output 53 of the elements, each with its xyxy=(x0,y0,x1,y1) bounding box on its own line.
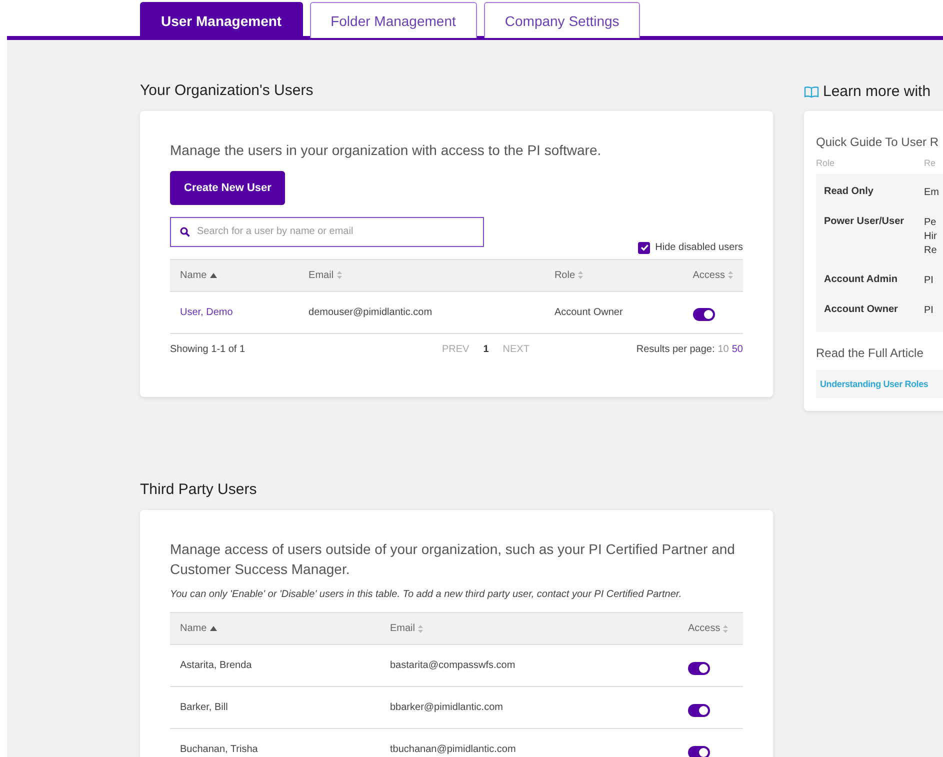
table-cell: Buchanan, Trisha xyxy=(180,744,258,756)
tab[interactable]: Folder Management xyxy=(310,2,477,38)
tab[interactable]: Company Settings xyxy=(484,2,640,38)
table-cell: tbuchanan@pimidlantic.com xyxy=(390,744,516,756)
access-toggle[interactable] xyxy=(692,308,715,322)
description: Manage access of users outside of your organization, such as your PI Certified Partner and Customer Success Manager. xyxy=(170,540,736,579)
access-toggle[interactable] xyxy=(688,704,710,717)
role-name: Account Owner xyxy=(824,304,899,317)
role-name: Account Admin xyxy=(824,274,899,287)
access-toggle[interactable] xyxy=(688,662,710,675)
page-number[interactable]: 1 xyxy=(483,344,489,355)
table-cell: Barker, Bill xyxy=(180,702,228,714)
article-heading: Read the Full Article xyxy=(816,346,924,360)
access-toggle[interactable] xyxy=(688,746,710,757)
table-cell: bastarita@compasswfs.com xyxy=(390,660,516,672)
section-title: Third Party Users xyxy=(140,481,258,500)
column-header[interactable]: Access xyxy=(688,623,720,634)
column-header[interactable]: Email xyxy=(390,623,416,634)
search-field[interactable]: Search for a user by name or email xyxy=(170,216,484,247)
table-cell: demouser@pimidlantic.com xyxy=(308,306,432,318)
results-per-page-label: Results per page: xyxy=(636,344,715,355)
showing-count: Showing 1-1 of 1 xyxy=(170,344,246,355)
role-description: Re xyxy=(924,244,938,258)
column-header[interactable]: Access xyxy=(692,270,725,281)
column-header: Role xyxy=(816,158,836,168)
column-header: Re xyxy=(924,158,937,168)
role-description: Hir xyxy=(924,230,938,244)
role-description: PI xyxy=(924,304,934,318)
description: Manage the users in your organization with access to the PI software. xyxy=(170,141,602,160)
column-header[interactable]: Email xyxy=(308,270,334,281)
page-size-option[interactable]: 10 xyxy=(718,344,729,355)
table-cell: Account Owner xyxy=(554,306,623,318)
create-user-button[interactable]: Create New User xyxy=(170,170,286,205)
section-title: Your Organization's Users xyxy=(140,82,314,101)
learn-more-title: Learn more with xyxy=(823,83,931,100)
user-name-link[interactable]: User, Demo xyxy=(180,306,233,318)
book-icon xyxy=(804,86,819,98)
column-header[interactable]: Name xyxy=(180,623,207,634)
guide-title: Quick Guide To User R xyxy=(816,135,940,149)
role-name: Power User/User xyxy=(824,216,906,229)
checkbox-label: Hide disabled users xyxy=(655,242,743,254)
tab[interactable]: User Management xyxy=(140,2,303,38)
table-cell: Astarita, Brenda xyxy=(180,660,252,672)
column-header[interactable]: Role xyxy=(554,270,576,281)
column-header[interactable]: Name xyxy=(180,270,207,281)
page-size-option[interactable]: 50 xyxy=(732,344,743,355)
role-description: Pe xyxy=(924,216,938,230)
role-description: Em xyxy=(924,186,940,200)
table-cell: bbarker@pimidlantic.com xyxy=(390,702,503,714)
role-description: PI xyxy=(924,274,934,288)
role-name: Read Only xyxy=(824,186,874,199)
note: You can only 'Enable' or 'Disable' users in this table. To add a new third party user, contact your PI Certified Partner. xyxy=(170,589,683,600)
checkbox[interactable] xyxy=(638,242,650,254)
